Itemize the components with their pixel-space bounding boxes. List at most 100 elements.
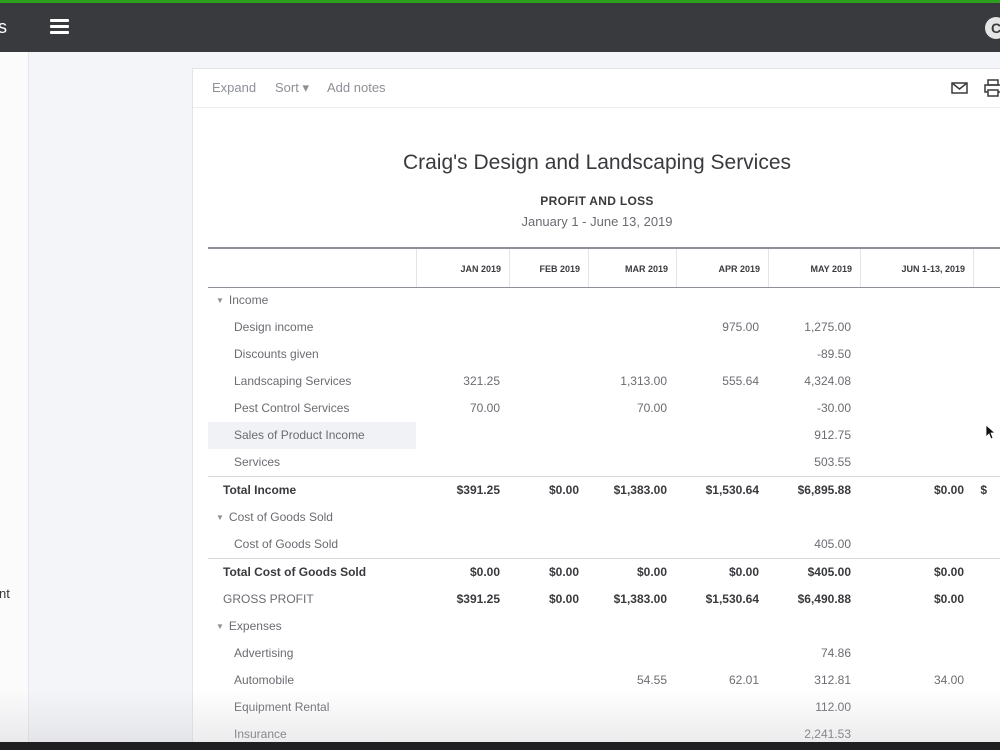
row-label: Equipment Rental	[208, 694, 416, 721]
value-cell[interactable]: 503.55	[768, 449, 851, 476]
value-cell	[860, 422, 964, 449]
value-cell[interactable]: 2,241.53	[768, 721, 851, 743]
table-row[interactable]: Equipment Rental 112.00	[208, 694, 1000, 721]
user-avatar[interactable]: C	[985, 17, 1000, 39]
row-label-text: Total Income	[223, 483, 297, 497]
value-cell[interactable]: $0.00	[509, 477, 579, 504]
overflow-cell: $	[980, 483, 987, 497]
value-cell[interactable]: $391.25	[416, 586, 500, 613]
value-cell	[860, 613, 964, 640]
value-cell	[588, 504, 667, 531]
value-cell[interactable]: $1,383.00	[588, 477, 667, 504]
value-cell[interactable]: 1,313.00	[588, 368, 667, 395]
value-cell[interactable]: $6,895.88	[768, 477, 851, 504]
row-label-text: Discounts given	[234, 347, 319, 361]
collapse-caret-icon[interactable]: ▼	[216, 613, 224, 640]
row-label: Design income	[208, 314, 416, 341]
column-header[interactable]: FEB 2019	[509, 249, 588, 287]
value-cell[interactable]: $0.00	[416, 559, 500, 586]
table-row[interactable]: Automobile 54.55 62.01 312.81 34.00	[208, 667, 1000, 694]
value-cell[interactable]: 1,275.00	[768, 314, 851, 341]
table-row[interactable]: Landscaping Services 321.25 1,313.00 555.64…	[208, 368, 1000, 395]
value-cell	[676, 341, 759, 368]
expand-link[interactable]: Expand	[212, 80, 256, 95]
row-label-text: Sales of Product Income	[234, 428, 365, 442]
value-cell	[509, 368, 579, 395]
value-cell[interactable]: 54.55	[588, 667, 667, 694]
table-row[interactable]: Sales of Product Income 912.75	[208, 422, 1000, 449]
value-cell[interactable]: 321.25	[416, 368, 500, 395]
value-cell[interactable]: 312.81	[768, 667, 851, 694]
value-cell	[416, 613, 500, 640]
value-cell	[509, 341, 579, 368]
table-row[interactable]: Cost of Goods Sold 405.00	[208, 531, 1000, 558]
table-row[interactable]: Discounts given -89.50	[208, 341, 1000, 368]
table-row[interactable]: Pest Control Services 70.00 70.00 -30.00	[208, 395, 1000, 422]
value-cell[interactable]: 405.00	[768, 531, 851, 558]
table-row[interactable]: Advertising 74.86	[208, 640, 1000, 667]
table-row[interactable]: Total Cost of Goods Sold $0.00 $0.00 $0.00 $…	[208, 558, 1000, 586]
column-header[interactable]: MAR 2019	[588, 249, 676, 287]
sort-dropdown[interactable]: Sort ▾	[275, 80, 309, 96]
value-cell	[860, 395, 964, 422]
value-cell[interactable]: 555.64	[676, 368, 759, 395]
table-row[interactable]: GROSS PROFIT $391.25 $0.00 $1,383.00 $1,530.…	[208, 586, 1000, 613]
print-icon[interactable]	[983, 79, 1000, 97]
email-icon[interactable]	[950, 79, 970, 97]
column-header[interactable]: JAN 2019	[416, 249, 509, 287]
value-cell	[588, 531, 667, 558]
value-cell[interactable]: $0.00	[860, 477, 964, 504]
table-row[interactable]: ▼ Expenses	[208, 613, 1000, 640]
value-cell	[509, 640, 579, 667]
column-header[interactable]: MAY 2019	[768, 249, 860, 287]
table-row[interactable]: Total Income $391.25 $0.00 $1,383.00 $1,530.…	[208, 476, 1000, 504]
row-label: Total Income	[208, 477, 416, 504]
hamburger-menu-icon[interactable]	[50, 19, 69, 35]
value-cell[interactable]: 4,324.08	[768, 368, 851, 395]
table-row[interactable]: Design income 975.00 1,275.00	[208, 314, 1000, 341]
value-cell[interactable]: -30.00	[768, 395, 851, 422]
table-row[interactable]: Insurance 2,241.53	[208, 721, 1000, 743]
value-cell	[416, 287, 500, 314]
column-header[interactable]: APR 2019	[676, 249, 768, 287]
value-cell[interactable]: $391.25	[416, 477, 500, 504]
collapse-caret-icon[interactable]: ▼	[216, 287, 224, 314]
value-cell[interactable]: $1,383.00	[588, 586, 667, 613]
value-cell[interactable]: $0.00	[588, 559, 667, 586]
value-cell[interactable]: 74.86	[768, 640, 851, 667]
value-cell[interactable]: $1,530.64	[676, 477, 759, 504]
value-cell[interactable]: 34.00	[860, 667, 964, 694]
value-cell	[860, 368, 964, 395]
value-cell[interactable]: 112.00	[768, 694, 851, 721]
row-label[interactable]: ▼ Expenses	[208, 613, 416, 640]
collapse-caret-icon[interactable]: ▼	[216, 504, 224, 531]
add-notes-link[interactable]: Add notes	[327, 80, 386, 95]
value-cell[interactable]: $405.00	[768, 559, 851, 586]
value-cell[interactable]: $6,490.88	[768, 586, 851, 613]
value-cell[interactable]: 912.75	[768, 422, 851, 449]
row-label[interactable]: ▼ Cost of Goods Sold	[208, 504, 416, 531]
value-cell[interactable]: $1,530.64	[676, 586, 759, 613]
row-label: Automobile	[208, 667, 416, 694]
value-cell[interactable]: 70.00	[588, 395, 667, 422]
value-cell[interactable]: $0.00	[860, 559, 964, 586]
table-row[interactable]: Services 503.55	[208, 449, 1000, 476]
value-cell[interactable]: $0.00	[676, 559, 759, 586]
value-cell[interactable]: 70.00	[416, 395, 500, 422]
value-cell	[588, 287, 667, 314]
row-label[interactable]: ▼ Income	[208, 287, 416, 314]
value-cell[interactable]: $0.00	[860, 586, 964, 613]
sidebar-item-fragment[interactable]: nt	[0, 586, 10, 601]
value-cell	[509, 287, 579, 314]
row-label-text: Total Cost of Goods Sold	[223, 565, 367, 579]
column-header[interactable]: JUN 1-13, 2019	[860, 249, 973, 287]
table-row[interactable]: ▼ Cost of Goods Sold	[208, 504, 1000, 531]
value-cell[interactable]: $0.00	[509, 559, 579, 586]
value-cell[interactable]: -89.50	[768, 341, 851, 368]
table-row[interactable]: ▼ Income	[208, 287, 1000, 314]
value-cell[interactable]: $0.00	[509, 586, 579, 613]
value-cell[interactable]: 62.01	[676, 667, 759, 694]
left-sidebar: nt	[0, 52, 29, 742]
value-cell	[676, 721, 759, 743]
value-cell[interactable]: 975.00	[676, 314, 759, 341]
